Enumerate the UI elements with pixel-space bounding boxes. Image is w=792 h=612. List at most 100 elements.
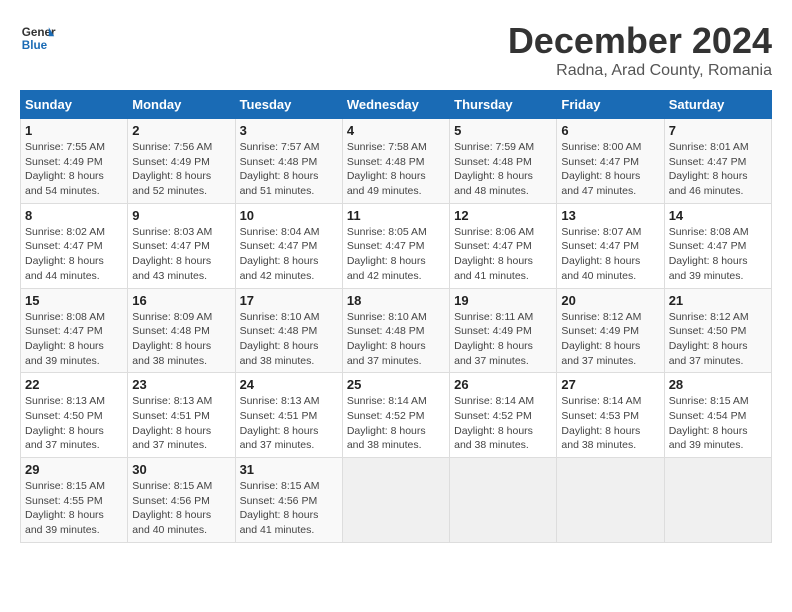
header-wednesday: Wednesday [342,91,449,119]
day-number: 9 [132,208,230,223]
day-info: Sunrise: 8:09 AM Sunset: 4:48 PM Dayligh… [132,310,230,369]
calendar-cell: 22 Sunrise: 8:13 AM Sunset: 4:50 PM Dayli… [21,373,128,458]
day-info: Sunrise: 8:06 AM Sunset: 4:47 PM Dayligh… [454,225,552,284]
day-info: Sunrise: 8:14 AM Sunset: 4:53 PM Dayligh… [561,394,659,453]
day-info: Sunrise: 8:04 AM Sunset: 4:47 PM Dayligh… [240,225,338,284]
calendar-cell [557,458,664,543]
calendar-cell: 2Sunrise: 7:56 AM Sunset: 4:49 PM Daylig… [128,119,235,204]
calendar-cell: 17 Sunrise: 8:10 AM Sunset: 4:48 PM Dayli… [235,288,342,373]
day-number: 3 [240,123,338,138]
calendar-cell: 10 Sunrise: 8:04 AM Sunset: 4:47 PM Dayli… [235,203,342,288]
day-number: 29 [25,462,123,477]
calendar-cell: 28Sunrise: 8:15 AM Sunset: 4:54 PM Dayli… [664,373,771,458]
day-number: 17 [240,293,338,308]
day-info: Sunrise: 8:13 AM Sunset: 4:51 PM Dayligh… [132,394,230,453]
day-info: Sunrise: 8:11 AM Sunset: 4:49 PM Dayligh… [454,310,552,369]
day-number: 13 [561,208,659,223]
calendar-cell: 16Sunrise: 8:09 AM Sunset: 4:48 PM Dayli… [128,288,235,373]
calendar-cell: 15 Sunrise: 8:08 AM Sunset: 4:47 PM Dayli… [21,288,128,373]
calendar-cell: 24 Sunrise: 8:13 AM Sunset: 4:51 PM Dayli… [235,373,342,458]
title-block: December 2024 Radna, Arad County, Romani… [508,20,772,80]
day-number: 27 [561,377,659,392]
calendar-cell: 20Sunrise: 8:12 AM Sunset: 4:49 PM Dayli… [557,288,664,373]
day-info: Sunrise: 8:14 AM Sunset: 4:52 PM Dayligh… [454,394,552,453]
day-info: Sunrise: 8:08 AM Sunset: 4:47 PM Dayligh… [669,225,767,284]
day-info: Sunrise: 8:14 AM Sunset: 4:52 PM Dayligh… [347,394,445,453]
header-saturday: Saturday [664,91,771,119]
calendar-cell: 13 Sunrise: 8:07 AM Sunset: 4:47 PM Dayli… [557,203,664,288]
page-subtitle: Radna, Arad County, Romania [508,62,772,80]
calendar-cell: 26Sunrise: 8:14 AM Sunset: 4:52 PM Dayli… [450,373,557,458]
calendar-week-1: 1 Sunrise: 7:55 AM Sunset: 4:49 PM Daylig… [21,119,772,204]
day-info: Sunrise: 8:12 AM Sunset: 4:49 PM Dayligh… [561,310,659,369]
day-info: Sunrise: 8:15 AM Sunset: 4:55 PM Dayligh… [25,479,123,538]
day-number: 18 [347,293,445,308]
calendar-cell: 3 Sunrise: 7:57 AM Sunset: 4:48 PM Daylig… [235,119,342,204]
day-info: Sunrise: 7:59 AM Sunset: 4:48 PM Dayligh… [454,140,552,199]
calendar-cell: 7 Sunrise: 8:01 AM Sunset: 4:47 PM Daylig… [664,119,771,204]
day-number: 23 [132,377,230,392]
calendar-week-5: 29 Sunrise: 8:15 AM Sunset: 4:55 PM Dayli… [21,458,772,543]
day-info: Sunrise: 7:58 AM Sunset: 4:48 PM Dayligh… [347,140,445,199]
day-info: Sunrise: 8:01 AM Sunset: 4:47 PM Dayligh… [669,140,767,199]
calendar-cell: 25 Sunrise: 8:14 AM Sunset: 4:52 PM Dayli… [342,373,449,458]
day-info: Sunrise: 7:55 AM Sunset: 4:49 PM Dayligh… [25,140,123,199]
calendar-cell: 29 Sunrise: 8:15 AM Sunset: 4:55 PM Dayli… [21,458,128,543]
day-info: Sunrise: 8:07 AM Sunset: 4:47 PM Dayligh… [561,225,659,284]
header-sunday: Sunday [21,91,128,119]
calendar-cell: 27 Sunrise: 8:14 AM Sunset: 4:53 PM Dayli… [557,373,664,458]
day-number: 19 [454,293,552,308]
calendar-cell [342,458,449,543]
day-number: 12 [454,208,552,223]
page-title: December 2024 [508,20,772,62]
day-number: 5 [454,123,552,138]
day-info: Sunrise: 8:03 AM Sunset: 4:47 PM Dayligh… [132,225,230,284]
day-info: Sunrise: 8:10 AM Sunset: 4:48 PM Dayligh… [240,310,338,369]
calendar-cell: 18 Sunrise: 8:10 AM Sunset: 4:48 PM Dayli… [342,288,449,373]
day-number: 24 [240,377,338,392]
day-number: 28 [669,377,767,392]
day-number: 30 [132,462,230,477]
day-info: Sunrise: 8:00 AM Sunset: 4:47 PM Dayligh… [561,140,659,199]
day-number: 21 [669,293,767,308]
calendar-cell: 5 Sunrise: 7:59 AM Sunset: 4:48 PM Daylig… [450,119,557,204]
calendar-cell [450,458,557,543]
day-info: Sunrise: 8:15 AM Sunset: 4:56 PM Dayligh… [240,479,338,538]
day-info: Sunrise: 8:08 AM Sunset: 4:47 PM Dayligh… [25,310,123,369]
day-number: 25 [347,377,445,392]
day-info: Sunrise: 8:12 AM Sunset: 4:50 PM Dayligh… [669,310,767,369]
day-number: 8 [25,208,123,223]
calendar-cell: 30Sunrise: 8:15 AM Sunset: 4:56 PM Dayli… [128,458,235,543]
day-number: 15 [25,293,123,308]
calendar-table: SundayMondayTuesdayWednesdayThursdayFrid… [20,90,772,543]
calendar-cell: 23 Sunrise: 8:13 AM Sunset: 4:51 PM Dayli… [128,373,235,458]
header-tuesday: Tuesday [235,91,342,119]
calendar-week-3: 15 Sunrise: 8:08 AM Sunset: 4:47 PM Dayli… [21,288,772,373]
day-number: 10 [240,208,338,223]
day-number: 11 [347,208,445,223]
calendar-cell: 4Sunrise: 7:58 AM Sunset: 4:48 PM Daylig… [342,119,449,204]
page-header: General Blue December 2024 Radna, Arad C… [20,20,772,80]
day-info: Sunrise: 8:13 AM Sunset: 4:51 PM Dayligh… [240,394,338,453]
header-friday: Friday [557,91,664,119]
calendar-cell: 21 Sunrise: 8:12 AM Sunset: 4:50 PM Dayli… [664,288,771,373]
calendar-week-4: 22 Sunrise: 8:13 AM Sunset: 4:50 PM Dayli… [21,373,772,458]
calendar-cell: 11 Sunrise: 8:05 AM Sunset: 4:47 PM Dayli… [342,203,449,288]
day-info: Sunrise: 8:13 AM Sunset: 4:50 PM Dayligh… [25,394,123,453]
calendar-cell: 19 Sunrise: 8:11 AM Sunset: 4:49 PM Dayli… [450,288,557,373]
calendar-header-row: SundayMondayTuesdayWednesdayThursdayFrid… [21,91,772,119]
day-number: 22 [25,377,123,392]
calendar-cell: 1 Sunrise: 7:55 AM Sunset: 4:49 PM Daylig… [21,119,128,204]
day-number: 7 [669,123,767,138]
day-info: Sunrise: 8:05 AM Sunset: 4:47 PM Dayligh… [347,225,445,284]
calendar-cell: 6 Sunrise: 8:00 AM Sunset: 4:47 PM Daylig… [557,119,664,204]
day-info: Sunrise: 7:57 AM Sunset: 4:48 PM Dayligh… [240,140,338,199]
calendar-cell: 12 Sunrise: 8:06 AM Sunset: 4:47 PM Dayli… [450,203,557,288]
header-monday: Monday [128,91,235,119]
day-number: 6 [561,123,659,138]
svg-text:Blue: Blue [22,39,48,52]
day-info: Sunrise: 8:10 AM Sunset: 4:48 PM Dayligh… [347,310,445,369]
calendar-week-2: 8 Sunrise: 8:02 AM Sunset: 4:47 PM Daylig… [21,203,772,288]
day-info: Sunrise: 8:02 AM Sunset: 4:47 PM Dayligh… [25,225,123,284]
day-number: 1 [25,123,123,138]
